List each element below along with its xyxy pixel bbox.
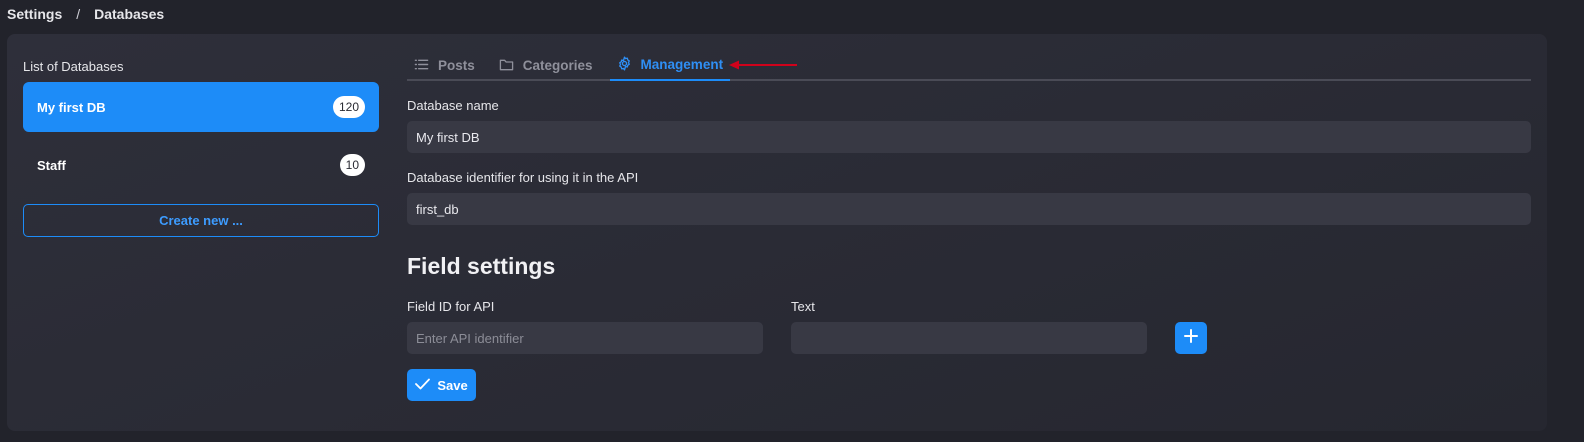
tab-posts[interactable]: Posts [407, 50, 482, 81]
annotation-arrow-icon [729, 60, 797, 70]
tab-management[interactable]: Management [609, 50, 731, 81]
save-button[interactable]: Save [407, 369, 476, 401]
gear-icon [617, 55, 632, 74]
database-list-title: List of Databases [23, 59, 124, 74]
database-name-input[interactable] [407, 121, 1531, 153]
database-item-label: Staff [37, 157, 66, 173]
field-settings-heading: Field settings [407, 253, 556, 279]
database-name-label: Database name [407, 98, 499, 113]
tab-label: Categories [522, 58, 593, 73]
tab-label: Posts [438, 58, 475, 73]
main-card: List of Databases My first DB 120 Staff … [7, 34, 1547, 431]
database-identifier-label: Database identifier for using it in the … [407, 170, 639, 185]
breadcrumb: Settings / Databases [7, 5, 164, 23]
breadcrumb-separator: / [76, 6, 81, 22]
breadcrumb-item-settings[interactable]: Settings [7, 6, 62, 22]
save-button-label: Save [437, 377, 468, 393]
breadcrumb-item-databases: Databases [94, 6, 165, 22]
add-field-button[interactable] [1175, 322, 1207, 354]
text-field-label: Text [791, 299, 815, 314]
field-id-input[interactable] [407, 322, 763, 354]
database-count-badge: 10 [339, 154, 365, 176]
database-identifier-input[interactable] [407, 193, 1531, 225]
folder-icon [499, 57, 514, 75]
database-count-badge: 120 [332, 96, 365, 118]
tab-bar: Posts Categories Management [407, 50, 1531, 81]
checkmark-icon [415, 378, 431, 393]
database-item-my-first-db[interactable]: My first DB 120 [23, 82, 379, 132]
database-item-label: My first DB [37, 99, 106, 115]
field-id-label: Field ID for API [407, 299, 495, 314]
tab-categories[interactable]: Categories [492, 50, 600, 81]
text-input[interactable] [791, 322, 1147, 354]
database-item-staff[interactable]: Staff 10 [23, 140, 379, 190]
tab-label: Management [640, 57, 724, 72]
create-database-button[interactable]: Create new ... [23, 204, 379, 237]
plus-icon [1184, 328, 1198, 348]
list-icon [414, 57, 429, 75]
